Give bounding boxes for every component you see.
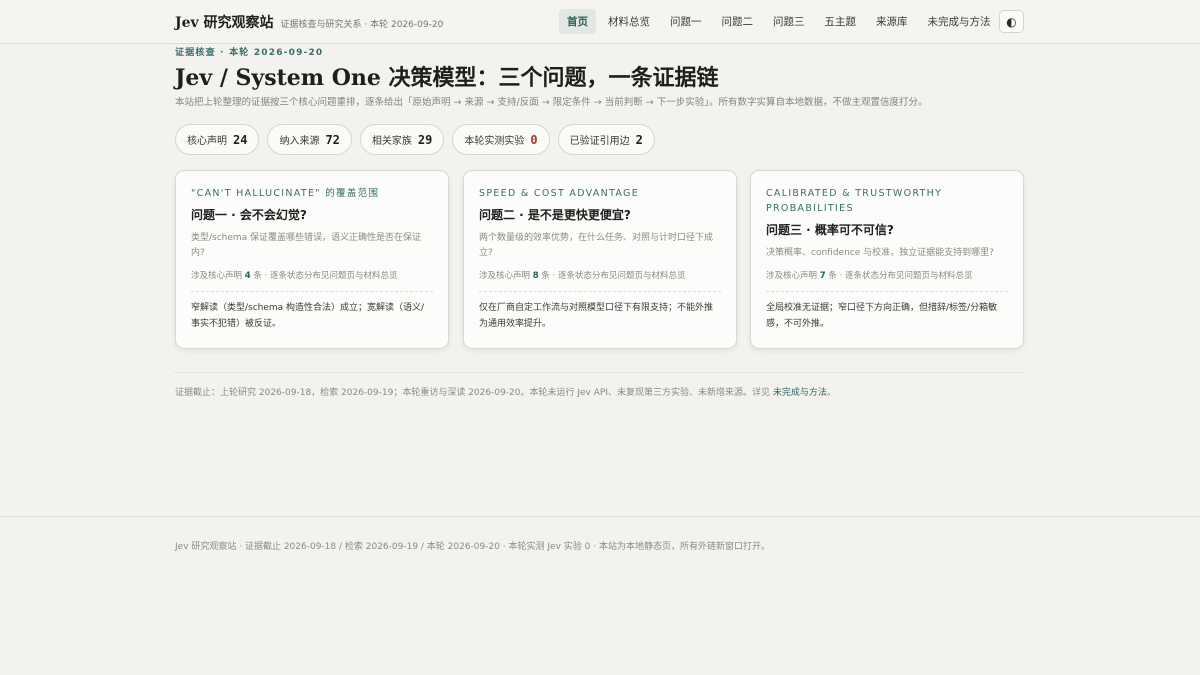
evidence-cutoff-note: 证据截止：上轮研究 2026-09-18，检索 2026-09-19；本轮重访与… [175,385,836,398]
stat-verified-citation-edges: 已验证引用边 2 [557,124,655,155]
nav-item-home[interactable]: 首页 [559,9,596,34]
theme-toggle-button[interactable]: ◐ [999,10,1024,33]
card-kicker: SPEED & COST ADVANTAGE [479,188,639,199]
top-navigation-bar: Jev 研究观察站 证据核查与研究关系 · 本轮 2026-09-20 首页 材… [0,0,1200,44]
stat-core-claims: 核心声明 24 [175,124,260,155]
card-meta-prefix: 涉及核心声明 [191,271,243,281]
stat-label: 核心声明 [187,136,227,147]
unfinished-methods-link[interactable]: 未完成与方法 [773,388,827,398]
stat-included-sources: 纳入来源 72 [267,124,352,155]
card-divider [479,291,721,292]
nav-item-question-one[interactable]: 问题一 [662,9,710,34]
question-card-hallucination[interactable]: "CAN'T HALLUCINATE" 的覆盖范围 问题一 · 会不会幻觉? 类… [175,170,449,349]
card-claim-count: 4 [244,271,251,281]
card-verdict: 窄解读（类型/schema 构造性合法）成立；宽解读（语义/事实不犯错）被反证。 [191,303,425,329]
main-nav: 首页 材料总览 问题一 问题二 问题三 五主题 来源库 未完成与方法 [559,9,1003,34]
card-meta-prefix: 涉及核心声明 [479,271,531,281]
contrast-icon: ◐ [1006,14,1017,29]
card-kicker: "CAN'T HALLUCINATE" 的覆盖范围 [191,188,380,199]
card-description: 决策概率、confidence 与校准，独立证据能支持到哪里? [766,248,994,258]
section-divider [175,372,1024,373]
card-kicker: CALIBRATED & TRUSTWORTHY PROBABILITIES [766,188,943,214]
card-meta: 涉及核心声明 8 条 · 逐条状态分布见问题页与材料总览 [479,269,721,281]
stats-row: 核心声明 24 纳入来源 72 相关家族 29 本轮实测实验 0 已验证引用边 … [175,124,663,155]
card-meta-suffix: 条 · 逐条状态分布见问题页与材料总览 [253,271,398,281]
card-divider [191,291,433,292]
nav-item-unfinished-methods[interactable]: 未完成与方法 [920,9,999,34]
nav-item-five-topics[interactable]: 五主题 [817,9,865,34]
nav-item-question-three[interactable]: 问题三 [765,9,813,34]
card-meta-prefix: 涉及核心声明 [766,271,818,281]
site-subtitle: 证据核查与研究关系 · 本轮 2026-09-20 [280,20,444,30]
stat-experiments-run: 本轮实测实验 0 [452,124,550,155]
stat-label: 纳入来源 [279,136,320,147]
card-meta: 涉及核心声明 7 条 · 逐条状态分布见问题页与材料总览 [766,269,1008,281]
evidence-note-text: 证据截止：上轮研究 2026-09-18，检索 2026-09-19；本轮重访与… [175,388,770,398]
hero-lead: 本站把上轮整理的证据按三个核心问题重排，逐条给出「原始声明 → 来源 → 支持/… [175,97,928,108]
hero-kicker: 证据核查 · 本轮 2026-09-20 [175,48,324,58]
evidence-note-end: 。 [826,388,836,398]
site-brand[interactable]: Jev 研究观察站 证据核查与研究关系 · 本轮 2026-09-20 [175,12,443,32]
stat-related-families: 相关家族 29 [359,124,445,155]
stat-label: 相关家族 [371,136,412,147]
page-title: Jev / System One 决策模型：三个问题，一条证据链 [175,65,719,91]
page-footer: Jev 研究观察站 · 证据截止 2026-09-18 / 检索 2026-09… [0,516,1200,675]
card-meta-suffix: 条 · 逐条状态分布见问题页与材料总览 [828,271,973,281]
stat-label: 已验证引用边 [569,136,630,147]
nav-item-source-library[interactable]: 来源库 [868,9,916,34]
stat-value: 72 [325,132,340,147]
question-card-calibration[interactable]: CALIBRATED & TRUSTWORTHY PROBABILITIES 问… [750,170,1024,349]
site-title[interactable]: Jev 研究观察站 [175,12,274,32]
stat-value: 29 [417,132,433,147]
card-claim-count: 8 [532,271,539,281]
card-meta: 涉及核心声明 4 条 · 逐条状态分布见问题页与材料总览 [191,269,433,281]
stat-value: 0 [530,132,538,147]
nav-item-question-two[interactable]: 问题二 [714,9,762,34]
card-description: 类型/schema 保证覆盖哪些错误，语义正确性是否在保证内? [191,233,422,258]
card-title[interactable]: 问题二 · 是不是更快更便宜? [479,206,721,223]
nav-item-materials-overview[interactable]: 材料总览 [600,9,658,34]
card-title[interactable]: 问题三 · 概率可不可信? [766,221,1008,238]
card-divider [766,291,1008,292]
stat-value: 2 [635,132,643,147]
card-verdict: 全局校准无证据；窄口径下方向正确，但措辞/标签/分箱敏感，不可外推。 [766,303,998,329]
card-meta-suffix: 条 · 逐条状态分布见问题页与材料总览 [541,271,686,281]
card-verdict: 仅在厂商自定工作流与对照模型口径下有限支持；不能外推为通用效率提升。 [479,303,714,329]
footer-text: Jev 研究观察站 · 证据截止 2026-09-18 / 检索 2026-09… [175,542,770,552]
card-title[interactable]: 问题一 · 会不会幻觉? [191,206,433,223]
stat-label: 本轮实测实验 [464,136,525,147]
stat-value: 24 [233,132,248,147]
question-card-speed-cost[interactable]: SPEED & COST ADVANTAGE 问题二 · 是不是更快更便宜? 两… [463,170,737,349]
card-description: 两个数量级的效率优势，在什么任务、对照与计时口径下成立? [479,233,714,258]
card-claim-count: 7 [819,271,826,281]
